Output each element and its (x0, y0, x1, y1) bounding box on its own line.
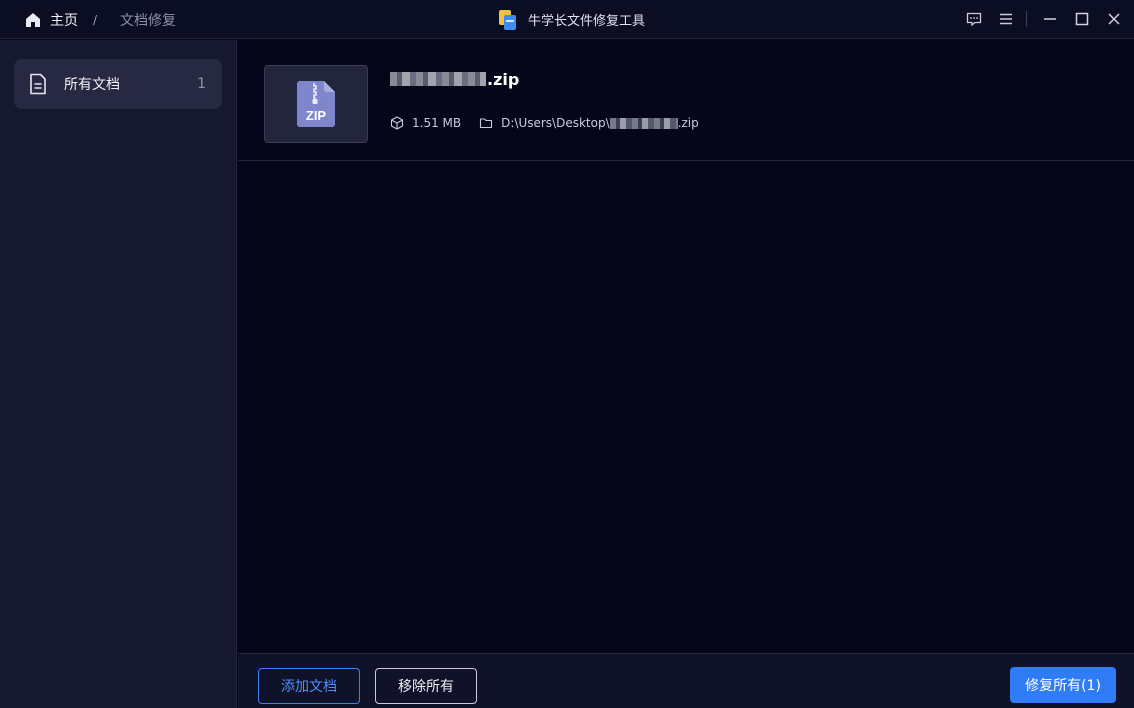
zip-badge: ZIP (306, 108, 327, 123)
breadcrumb-current: 文档修复 (120, 12, 176, 29)
zip-file-icon: ZIP (297, 81, 335, 127)
app-logo-icon (499, 9, 516, 30)
blurred-filename (390, 72, 486, 86)
title-divider (1026, 11, 1027, 27)
file-size: 1.51 MB (412, 116, 462, 130)
maximize-button[interactable] (1071, 8, 1093, 30)
feedback-button[interactable] (963, 8, 985, 30)
app-title-text: 牛学长文件修复工具 (528, 14, 646, 29)
maximize-icon (1075, 12, 1089, 26)
document-icon (30, 73, 46, 95)
sidebar-item-count: 1 (197, 76, 206, 92)
breadcrumb-separator: / (93, 12, 98, 27)
app-window: 主页 / 文档修复 牛学长文件修复工具 所有文档 1 ZIP .zip 1.51… (0, 0, 1134, 708)
feedback-icon (966, 12, 982, 27)
home-icon (26, 12, 40, 27)
remove-all-button[interactable]: 移除所有 (375, 668, 477, 704)
title-bar: 主页 / 文档修复 牛学长文件修复工具 (0, 0, 1134, 39)
menu-button[interactable] (995, 8, 1017, 30)
close-icon (1108, 13, 1120, 25)
file-path-prefix: D:\Users\Desktop\ (501, 116, 610, 130)
action-bar: 添加文档 移除所有 修复所有(1) (238, 653, 1134, 708)
file-meta: 1.51 MB D:\Users\Desktop\ .zip (390, 114, 699, 132)
folder-icon (480, 118, 493, 129)
minimize-icon (1044, 18, 1056, 20)
home-label: 主页 (50, 12, 78, 29)
repair-all-button[interactable]: 修复所有(1) (1010, 667, 1116, 703)
sidebar-item-label: 所有文档 (64, 77, 120, 93)
add-document-button[interactable]: 添加文档 (258, 668, 360, 704)
box-icon (390, 116, 404, 130)
file-thumbnail: ZIP (264, 65, 368, 143)
minimize-button[interactable] (1039, 8, 1061, 30)
blurred-path (609, 117, 678, 129)
sidebar: 所有文档 1 (0, 40, 237, 708)
home-button[interactable]: 主页 (24, 0, 78, 39)
sidebar-item-all-documents[interactable]: 所有文档 1 (14, 59, 222, 109)
app-title: 牛学长文件修复工具 (498, 0, 645, 39)
close-button[interactable] (1103, 8, 1125, 30)
file-list-item[interactable]: ZIP .zip 1.51 MB D:\Users\Desktop\ .zip (238, 40, 1134, 161)
file-name: .zip (390, 68, 519, 90)
file-name-suffix: .zip (487, 69, 520, 89)
menu-icon (1000, 13, 1012, 25)
file-path-suffix: .zip (677, 116, 699, 130)
